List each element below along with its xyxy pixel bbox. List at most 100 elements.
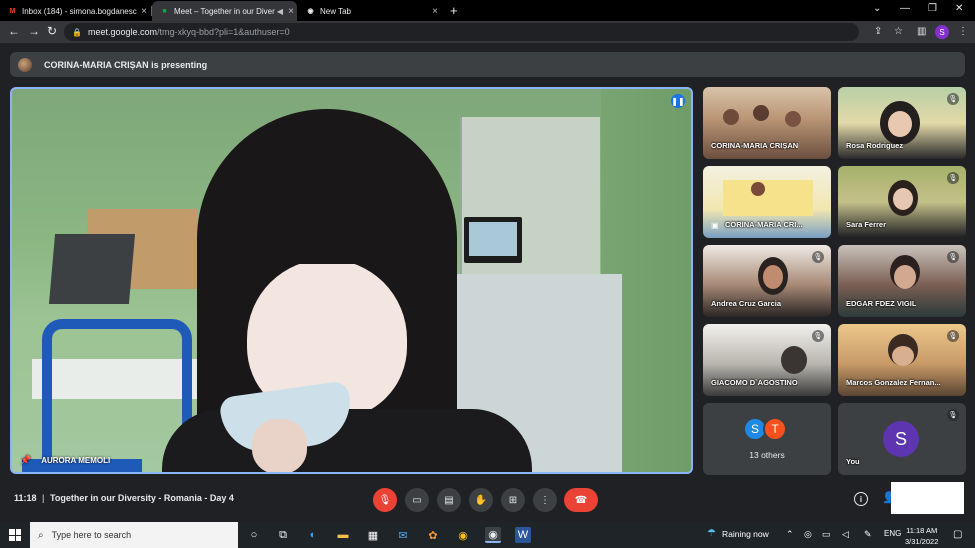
meeting-details-button[interactable]: i xyxy=(854,492,868,506)
volume-icon[interactable]: ◁ xyxy=(842,529,849,540)
more-menu-icon[interactable]: ⋮ xyxy=(958,26,968,37)
camera-button[interactable]: ▭ xyxy=(405,488,429,512)
speaking-indicator-icon: ❚❚ xyxy=(671,94,685,108)
speaker-video xyxy=(162,409,532,472)
participant-tile[interactable]: 🎙 Marcos Gonzalez Fernan... xyxy=(838,324,966,396)
participant-video xyxy=(893,188,913,210)
reload-icon[interactable]: ↻ xyxy=(47,24,57,38)
participant-tile[interactable]: 🎙 Rosa Rodriguez xyxy=(838,87,966,159)
profile-avatar[interactable]: S xyxy=(935,25,949,39)
more-options-button[interactable]: ⋮ xyxy=(533,488,557,512)
tab-gmail-inbox[interactable]: M Inbox (184) - simona.bogdanesc × xyxy=(0,1,150,21)
system-clock[interactable]: 11:18 AM 3/31/2022 xyxy=(905,525,938,547)
participant-video xyxy=(892,346,914,366)
participant-video xyxy=(888,111,912,137)
cortana-icon[interactable]: ○ xyxy=(246,527,262,543)
video-background xyxy=(48,234,136,304)
meet-icon: ■ xyxy=(162,7,167,15)
participant-name: You xyxy=(846,457,860,466)
participant-name: CORINA-MARIA CRI... xyxy=(725,220,803,229)
tray-app-icon[interactable]: ◎ xyxy=(804,529,812,540)
tab-title: Inbox (184) - simona.bogdanesc xyxy=(22,6,137,16)
chrome-icon[interactable]: ◉ xyxy=(455,527,471,543)
task-view-icon[interactable]: ⧉ xyxy=(275,527,291,543)
present-screen-icon: ▣ xyxy=(711,221,719,230)
participant-name: Sara Ferrer xyxy=(846,220,887,229)
participant-video xyxy=(781,346,807,374)
store-icon[interactable]: ▦ xyxy=(365,527,381,543)
notifications-icon[interactable]: ▢ xyxy=(953,529,962,540)
meeting-title: Together in our Diversity - Romania - Da… xyxy=(50,493,234,503)
self-tile[interactable]: S 🎙 You xyxy=(838,403,966,475)
close-tab-icon[interactable]: × xyxy=(285,6,297,17)
participant-name: Andrea Cruz Garcia xyxy=(711,299,782,308)
pen-icon[interactable]: ✎ xyxy=(864,529,872,540)
close-tab-icon[interactable]: × xyxy=(138,6,150,17)
participant-tile[interactable]: 🎙 Andrea Cruz Garcia xyxy=(703,245,831,317)
tab-google-meet[interactable]: ■ Meet – Together in our Divers ◀ × xyxy=(152,1,297,21)
presenter-avatar xyxy=(18,57,32,72)
present-now-button[interactable]: ⊞ xyxy=(501,488,525,512)
leave-call-button[interactable]: ☎ xyxy=(564,488,598,512)
windows-start-icon[interactable] xyxy=(9,529,21,541)
meeting-separator: | xyxy=(42,493,45,503)
others-avatars: S T xyxy=(743,417,787,441)
tab-title: Meet – Together in our Divers xyxy=(174,6,275,16)
lock-icon[interactable]: 🔒 xyxy=(72,28,82,37)
minimize-icon[interactable]: — xyxy=(900,3,910,14)
side-panel-icon[interactable]: ▥ xyxy=(917,26,926,37)
participant-tile[interactable]: 🎙 Sara Ferrer xyxy=(838,166,966,238)
share-icon[interactable]: ⇪ xyxy=(874,26,882,37)
browser-tab-strip: M Inbox (184) - simona.bogdanesc × ■ Mee… xyxy=(0,0,975,21)
taskbar-search[interactable]: ⌕ Type here to search xyxy=(30,522,238,548)
participant-name: Marcos Gonzalez Fernan... xyxy=(846,378,941,387)
umbrella-icon: ☂ xyxy=(707,528,716,539)
raise-hand-button[interactable]: ✋ xyxy=(469,488,493,512)
participant-name-text: AURORA MEMOLI xyxy=(41,456,111,465)
app-icon[interactable]: ✿ xyxy=(425,527,441,543)
close-window-icon[interactable]: ✕ xyxy=(955,3,963,14)
clock-time: 11:18 AM xyxy=(906,526,938,535)
mic-off-icon: 🎙 xyxy=(947,172,959,184)
file-explorer-icon[interactable]: ▬ xyxy=(335,527,351,543)
participant-name: Rosa Rodriguez xyxy=(846,141,904,150)
others-tile[interactable]: S T 13 others xyxy=(703,403,831,475)
mic-off-button[interactable]: 🎙 xyxy=(373,488,397,512)
participant-name: CORINA-MARIA CRIȘAN xyxy=(711,141,799,150)
tab-search-icon[interactable]: ⌄ xyxy=(873,3,881,14)
main-speaker-tile[interactable]: ❚❚ 📌 AURORA MEMOLI xyxy=(10,87,693,474)
speaker-icon[interactable]: ◀ xyxy=(275,7,285,16)
participant-tile[interactable]: 🎙 EDGAR FDEZ VIGIL xyxy=(838,245,966,317)
mic-off-icon: 🎙 xyxy=(812,330,824,342)
tab-title: New Tab xyxy=(320,6,351,16)
presentation-tile[interactable]: CORINA-MARIA CRI... ▣ xyxy=(703,166,831,238)
back-icon[interactable]: ← xyxy=(8,24,20,38)
participant-tile[interactable]: CORINA-MARIA CRIȘAN xyxy=(703,87,831,159)
pin-icon[interactable]: 📌 xyxy=(20,455,31,466)
search-icon: ⌕ xyxy=(38,529,44,541)
forward-icon[interactable]: → xyxy=(28,24,40,38)
edge-icon[interactable]: ◐ xyxy=(305,527,321,543)
close-tab-icon[interactable]: × xyxy=(429,6,441,17)
bookmark-star-icon[interactable]: ☆ xyxy=(894,26,903,37)
participant-tile[interactable]: 🎙 GIACOMO D`AGOSTINO xyxy=(703,324,831,396)
input-language[interactable]: ENG xyxy=(884,529,901,538)
participant-video xyxy=(753,105,769,121)
avatar: S xyxy=(883,421,919,457)
network-icon[interactable]: ▭ xyxy=(822,529,831,540)
presentation-content xyxy=(723,180,813,216)
restore-icon[interactable]: ❐ xyxy=(928,3,937,14)
browser-toolbar: ← → ↻ 🔒 meet.google.com /tmg-xkyq-bbd?pl… xyxy=(0,21,975,43)
mail-icon[interactable]: ✉ xyxy=(395,527,411,543)
captions-button[interactable]: ▤ xyxy=(437,488,461,512)
new-tab-icon[interactable]: + xyxy=(450,3,458,18)
tray-overflow-icon[interactable]: ⌃ xyxy=(786,529,794,540)
mic-off-icon: 🎙 xyxy=(947,330,959,342)
participant-video xyxy=(894,265,916,289)
tab-new-tab[interactable]: ◉ New Tab × xyxy=(298,1,441,21)
chrome-profile-icon[interactable]: ◉ xyxy=(485,527,501,543)
weather-widget[interactable]: ☂ Raining now xyxy=(707,528,769,539)
windows-taskbar: ⌕ Type here to search ○ ⧉ ◐ ▬ ▦ ✉ ✿ ◉ ◉ … xyxy=(0,522,975,548)
word-icon[interactable]: W xyxy=(515,527,531,543)
address-bar[interactable]: 🔒 meet.google.com /tmg-xkyq-bbd?pli=1&au… xyxy=(64,23,859,41)
